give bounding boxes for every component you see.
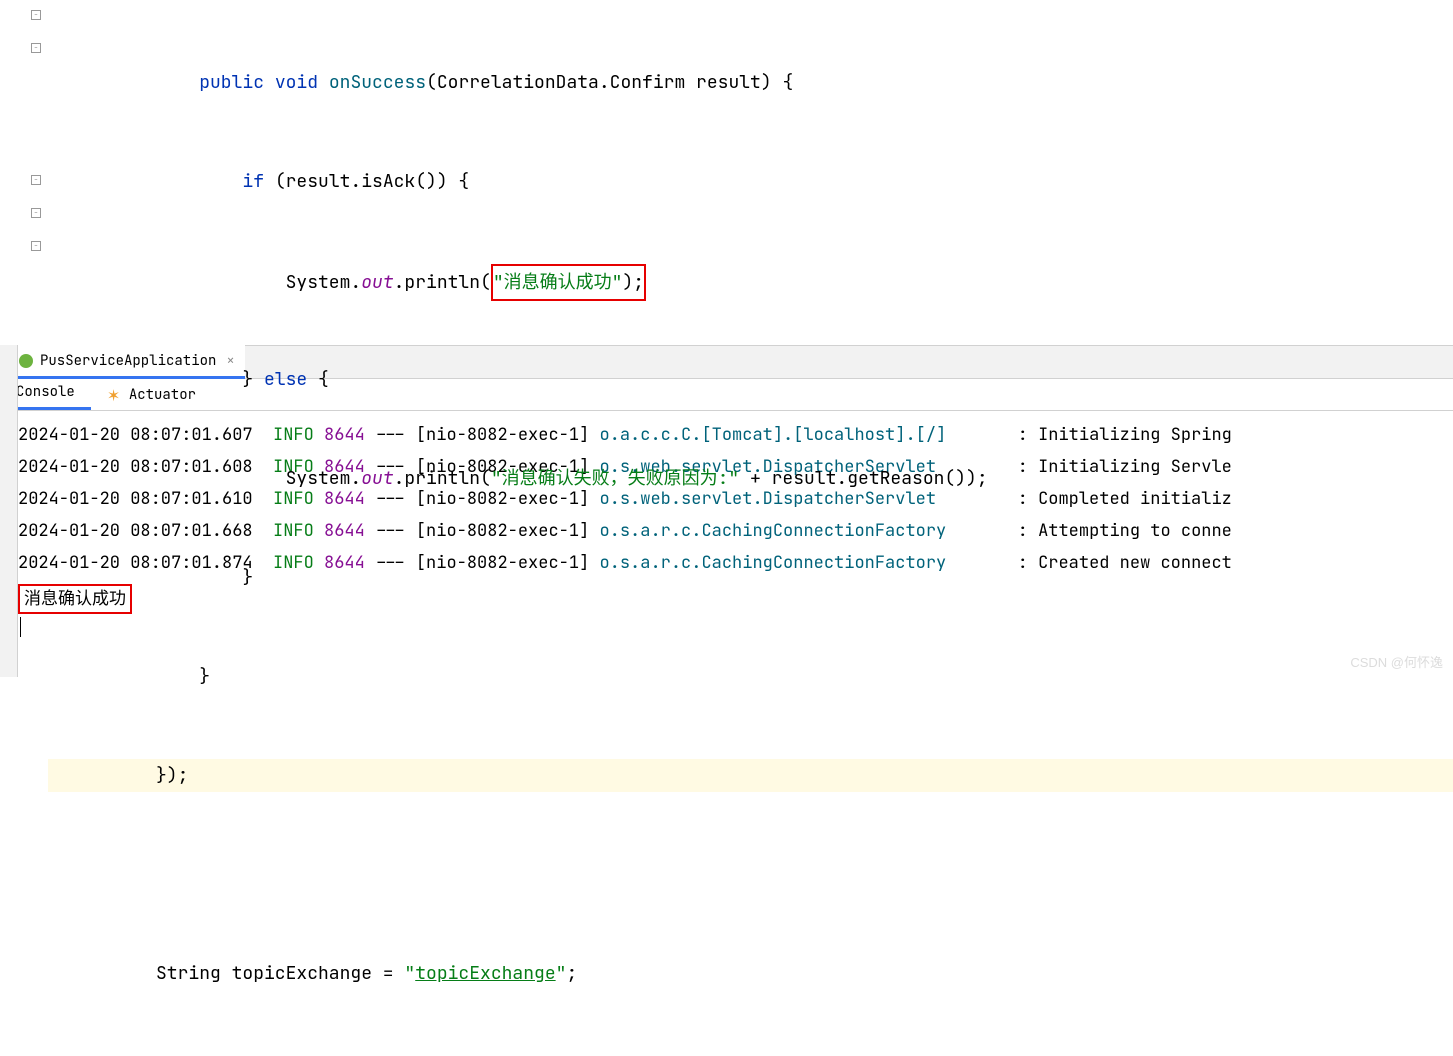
code-line[interactable]: } [48,561,1453,594]
code-line[interactable]: public void onSuccess(CorrelationData.Co… [48,66,1453,99]
code-line[interactable]: } else { [48,363,1453,396]
editor-gutter: − − − − − [0,0,48,345]
fold-icon[interactable]: − [31,10,41,20]
code-line[interactable]: System.out.println("消息确认失败，失败原因为:" + res… [48,462,1453,495]
code-content[interactable]: public void onSuccess(CorrelationData.Co… [48,0,1453,345]
fold-icon[interactable]: − [31,241,41,251]
code-line-active[interactable]: }); [48,759,1453,792]
tool-window-left-strip [0,345,18,677]
actuator-icon [107,387,123,403]
highlighted-string-box: "消息确认成功"); [491,264,646,301]
code-line[interactable]: String topicExchange = "topicExchange"; [48,957,1453,990]
code-line[interactable]: if (result.isAck()) { [48,165,1453,198]
code-editor[interactable]: − − − − − public void onSuccess(Correlat… [0,0,1453,345]
fold-icon[interactable]: − [31,43,41,53]
code-line[interactable] [48,858,1453,891]
watermark: CSDN @何怀逸 [1350,652,1443,671]
spring-boot-icon [18,353,34,369]
code-line[interactable]: System.out.println("消息确认成功"); [48,264,1453,297]
fold-icon[interactable]: − [31,208,41,218]
fold-icon[interactable]: − [31,175,41,185]
